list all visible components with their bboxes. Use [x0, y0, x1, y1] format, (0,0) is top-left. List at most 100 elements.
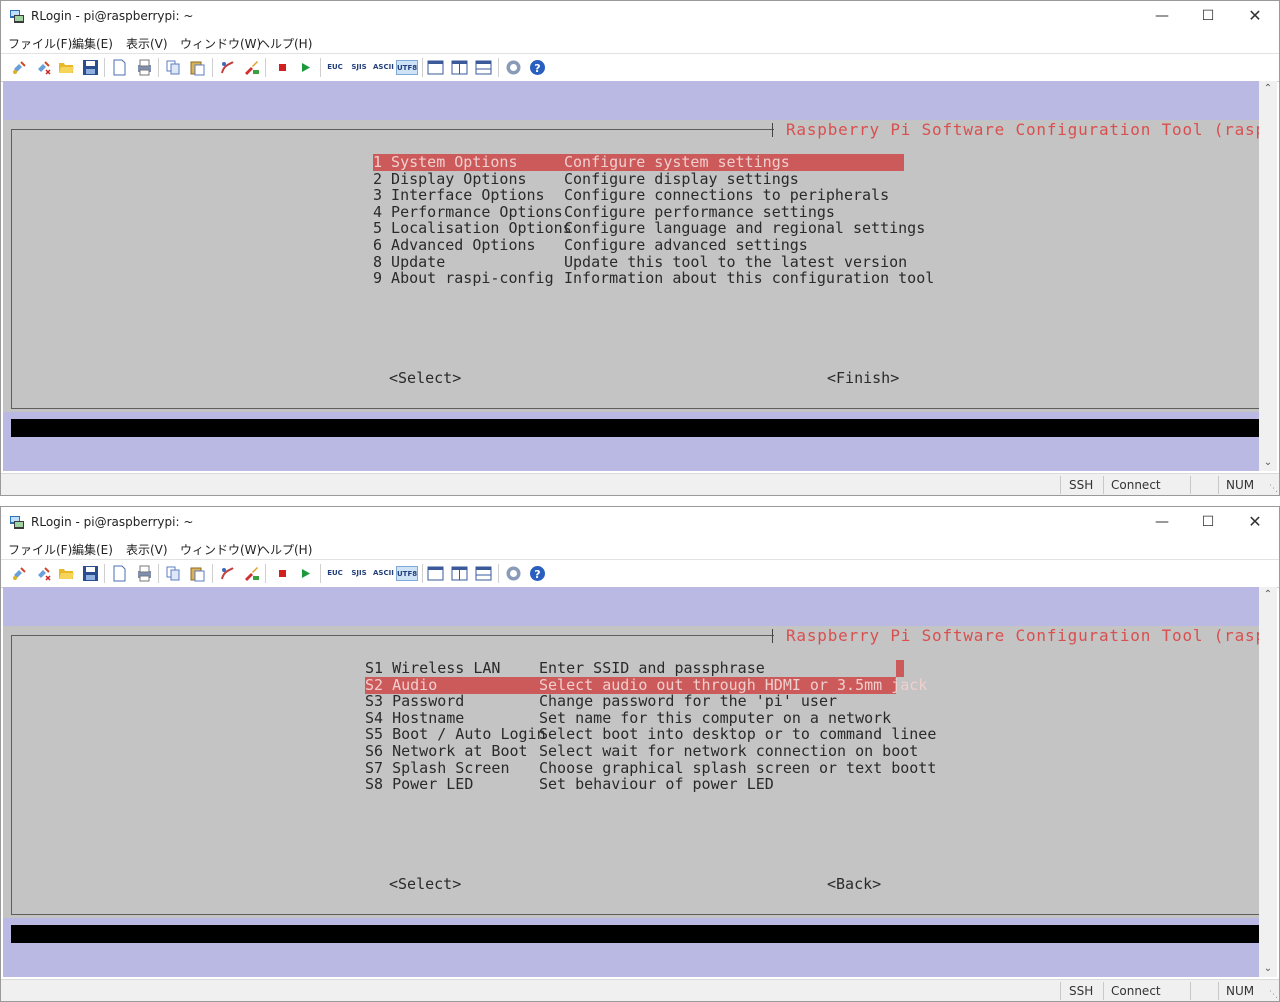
screen-layout-2-icon[interactable]	[451, 565, 468, 582]
rlogin-window-1: RLogin - pi@raspberrypi: ~ — ☐ ✕ ファイル(F)…	[0, 0, 1280, 496]
menu-edit[interactable]: 編集(E)	[72, 35, 113, 52]
save-icon[interactable]	[82, 59, 99, 76]
menu-row-desc: Select wait for network connection on bo…	[539, 742, 919, 760]
screen-layout-1-icon[interactable]	[427, 565, 444, 582]
paste-icon[interactable]	[189, 59, 206, 76]
back-button[interactable]: <Back>	[827, 876, 881, 893]
svg-text:?: ?	[534, 62, 540, 75]
resize-grip-icon[interactable]: ⋱	[1269, 484, 1278, 494]
minimize-button[interactable]: —	[1139, 511, 1185, 533]
ascii-encoding-button[interactable]: ASCII	[373, 60, 394, 75]
menu-row-password[interactable]: S3 Password Change password for the 'pi'…	[365, 693, 896, 710]
menu-window[interactable]: ウィンドウ(W)	[180, 35, 261, 52]
menu-row-about[interactable]: 9 About raspi-config Information about t…	[373, 270, 934, 287]
menu-view[interactable]: 表示(V)	[126, 35, 168, 52]
stop-icon[interactable]	[274, 565, 291, 582]
menu-row-advanced-options[interactable]: 6 Advanced Options Configure advanced se…	[373, 237, 904, 254]
paint-icon[interactable]	[243, 59, 260, 76]
vertical-scrollbar[interactable]: ⌃ ⌄	[1259, 587, 1277, 977]
print-icon[interactable]	[136, 59, 153, 76]
connect-icon[interactable]	[11, 59, 28, 76]
paint-icon[interactable]	[243, 565, 260, 582]
settings-icon[interactable]	[505, 59, 522, 76]
send-file-icon[interactable]	[219, 565, 236, 582]
close-button[interactable]: ✕	[1232, 5, 1278, 27]
open-folder-icon[interactable]	[58, 59, 75, 76]
dialog-title: Raspberry Pi Software Configuration Tool…	[786, 120, 1259, 139]
new-document-icon[interactable]	[111, 59, 128, 76]
menu-row-interface-options[interactable]: 3 Interface Options Configure connection…	[373, 187, 904, 204]
euc-encoding-button[interactable]: EUC	[326, 566, 344, 581]
help-icon[interactable]: ?	[529, 565, 546, 582]
terminal-area[interactable]: Raspberry Pi Software Configuration Tool…	[3, 587, 1259, 977]
help-icon[interactable]: ?	[529, 59, 546, 76]
menu-row-power-led[interactable]: S8 Power LED Set behaviour of power LED	[365, 776, 896, 793]
sjis-encoding-button[interactable]: SJIS	[350, 566, 368, 581]
menu-row-key: S8 Power LED	[365, 775, 474, 793]
finish-button[interactable]: <Finish>	[827, 370, 899, 387]
copy-icon[interactable]	[165, 59, 182, 76]
menu-file[interactable]: ファイル(F)	[8, 35, 72, 52]
menu-window[interactable]: ウィンドウ(W)	[180, 541, 261, 558]
vertical-scrollbar[interactable]: ⌃ ⌄	[1259, 81, 1277, 471]
menu-row-boot-auto-login[interactable]: S5 Boot / Auto Login Select boot into de…	[365, 726, 936, 743]
resize-grip-icon[interactable]: ⋱	[1269, 990, 1278, 1000]
minimize-button[interactable]: —	[1139, 5, 1185, 27]
menu-row-localisation-options[interactable]: 5 Localisation Options Configure languag…	[373, 220, 925, 237]
menu-row-network-at-boot[interactable]: S6 Network at Boot Select wait for netwo…	[365, 742, 918, 760]
connect-icon[interactable]	[11, 565, 28, 582]
menu-help[interactable]: ヘルプ(H)	[258, 35, 312, 52]
menu-row-desc: Configure advanced settings	[564, 236, 808, 254]
screen-layout-2-icon[interactable]	[451, 59, 468, 76]
open-folder-icon[interactable]	[58, 565, 75, 582]
paste-icon[interactable]	[189, 565, 206, 582]
menu-row-desc: Configure system settings	[564, 153, 790, 171]
maximize-button[interactable]: ☐	[1185, 5, 1231, 27]
window-title: RLogin - pi@raspberrypi: ~	[31, 9, 194, 23]
disconnect-icon[interactable]	[35, 59, 52, 76]
disconnect-icon[interactable]	[35, 565, 52, 582]
copy-icon[interactable]	[165, 565, 182, 582]
sjis-encoding-button[interactable]: SJIS	[350, 60, 368, 75]
stop-icon[interactable]	[274, 59, 291, 76]
select-button[interactable]: <Select>	[389, 876, 461, 893]
close-button[interactable]: ✕	[1232, 511, 1278, 533]
menu-row-key: S6 Network at Boot	[365, 742, 528, 760]
scroll-up-icon[interactable]: ⌃	[1259, 587, 1277, 603]
ascii-encoding-button[interactable]: ASCII	[373, 566, 394, 581]
menu-row-system-options[interactable]: 1 System Options Configure system settin…	[373, 154, 904, 171]
terminal-area[interactable]: Raspberry Pi Software Configuration Tool…	[3, 81, 1259, 471]
play-icon[interactable]	[297, 59, 314, 76]
new-document-icon[interactable]	[111, 565, 128, 582]
raspi-config-dialog: Raspberry Pi Software Configuration Tool…	[3, 626, 1259, 918]
scroll-down-icon[interactable]: ⌄	[1259, 961, 1277, 977]
menu-view[interactable]: 表示(V)	[126, 541, 168, 558]
menu-row-wireless-lan[interactable]: S1 Wireless LAN Enter SSID and passphras…	[365, 660, 896, 677]
euc-encoding-button[interactable]: EUC	[326, 60, 344, 75]
menu-row-desc: Change password for the 'pi' user	[539, 692, 838, 710]
screen-layout-3-icon[interactable]	[475, 59, 492, 76]
settings-icon[interactable]	[505, 565, 522, 582]
maximize-button[interactable]: ☐	[1185, 511, 1231, 533]
save-icon[interactable]	[82, 565, 99, 582]
menu-edit[interactable]: 編集(E)	[72, 541, 113, 558]
screen-layout-1-icon[interactable]	[427, 59, 444, 76]
scroll-down-icon[interactable]: ⌄	[1259, 455, 1277, 471]
status-connection: Connect	[1111, 478, 1161, 492]
scroll-up-icon[interactable]: ⌃	[1259, 81, 1277, 97]
menu-row-key: 6 Advanced Options	[373, 236, 536, 254]
menu-bar: ファイル(F) 編集(E) 表示(V) ウィンドウ(W) ヘルプ(H)	[0, 538, 1280, 559]
shadow-bar	[11, 419, 1259, 437]
menu-file[interactable]: ファイル(F)	[8, 541, 72, 558]
rlogin-app-icon	[10, 516, 24, 529]
select-button[interactable]: <Select>	[389, 370, 461, 387]
print-icon[interactable]	[136, 565, 153, 582]
send-file-icon[interactable]	[219, 59, 236, 76]
menu-help[interactable]: ヘルプ(H)	[258, 541, 312, 558]
play-icon[interactable]	[297, 565, 314, 582]
svg-text:?: ?	[534, 568, 540, 581]
menu-row-desc: Enter SSID and passphrase	[539, 659, 765, 677]
utf8-encoding-button[interactable]: UTF8	[396, 60, 418, 75]
screen-layout-3-icon[interactable]	[475, 565, 492, 582]
utf8-encoding-button[interactable]: UTF8	[396, 566, 418, 581]
